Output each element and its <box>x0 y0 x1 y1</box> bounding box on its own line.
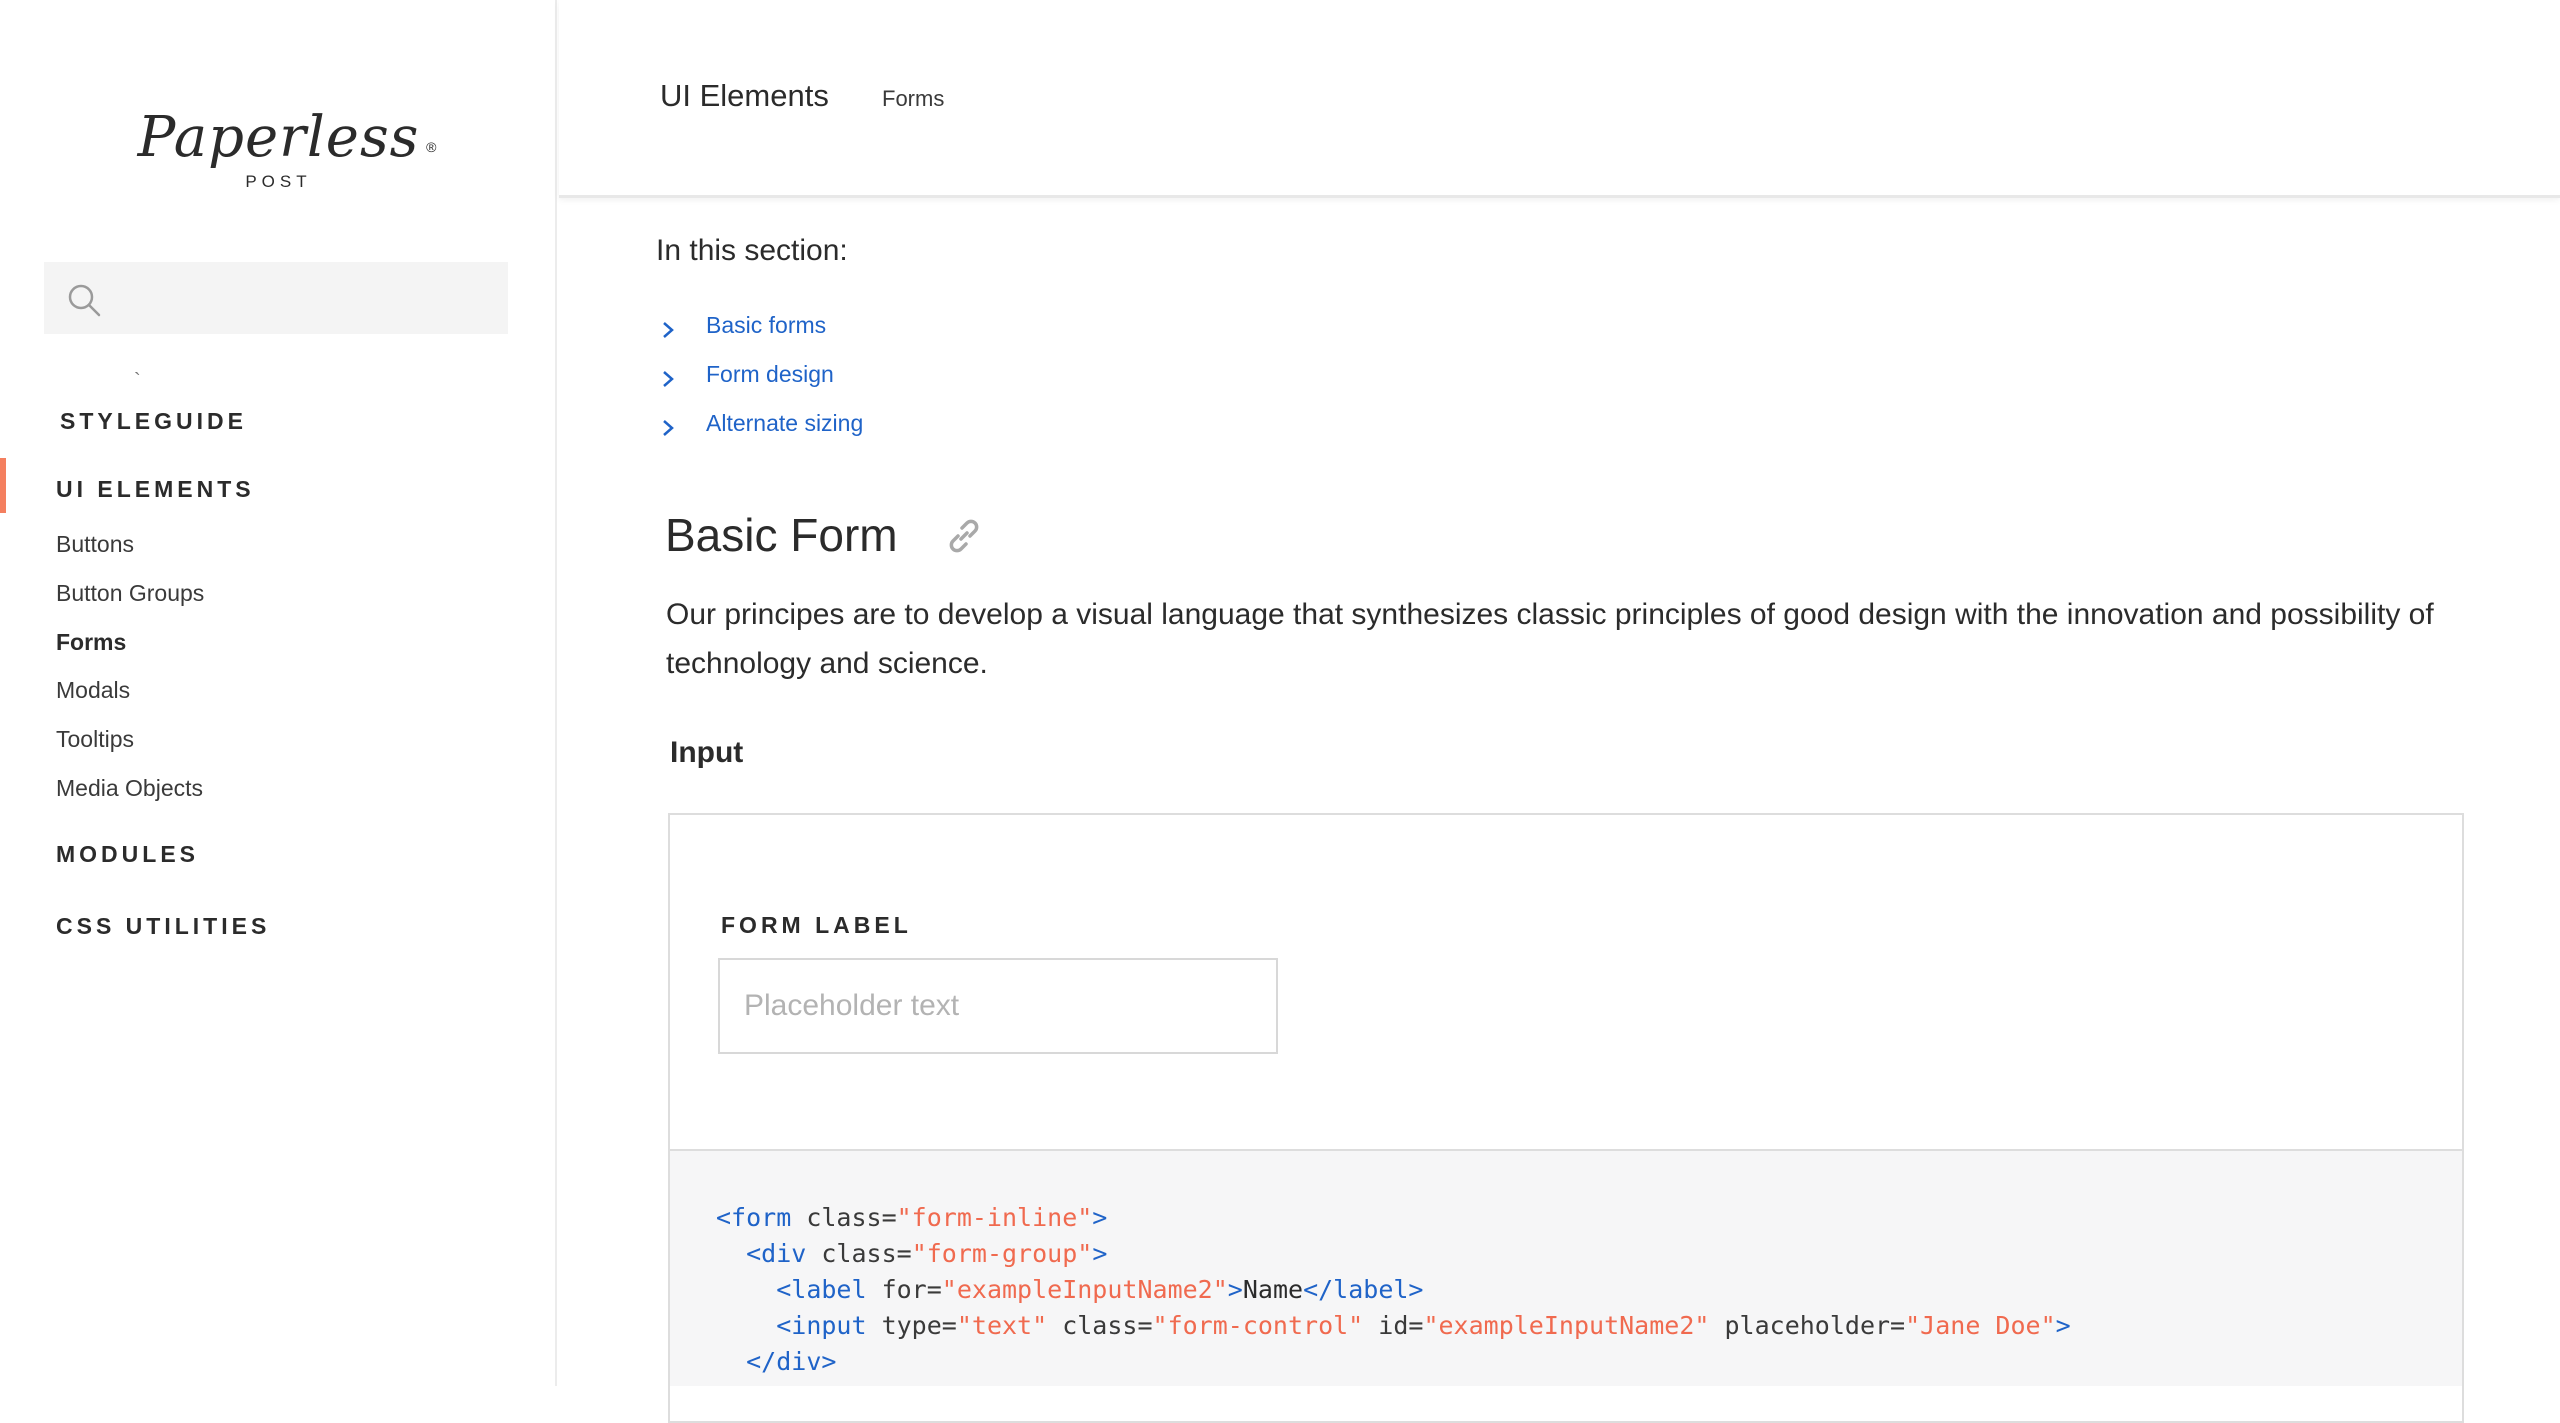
code-attr-token: class= <box>791 1203 897 1232</box>
code-string-token: "exampleInputName2" <box>1423 1311 1710 1340</box>
sidebar-item-forms[interactable]: Forms <box>56 629 126 656</box>
logo-wordmark: Paperless ® <box>138 110 437 166</box>
brand-logo[interactable]: Paperless ® POST <box>0 110 557 192</box>
form-label: FORM LABEL <box>721 912 912 938</box>
code-string-token: "form-control" <box>1152 1311 1364 1340</box>
code-string-token: "Jane Doe" <box>1905 1311 2056 1340</box>
search-icon[interactable] <box>66 282 102 318</box>
logo-registered-mark: ® <box>426 139 438 155</box>
code-line: <input type="text" class="form-control" … <box>716 1311 2071 1340</box>
subsection-heading: Input <box>670 736 744 769</box>
logo-subtitle: POST <box>245 172 312 191</box>
code-string-token: "form-inline" <box>896 1203 1093 1232</box>
code-attr-token: class= <box>1047 1311 1153 1340</box>
code-tag-token: <div <box>746 1239 807 1268</box>
section-heading: Basic Form <box>665 509 898 561</box>
code-string-token: "form-group" <box>911 1239 1093 1268</box>
chevron-right-icon <box>663 371 674 387</box>
code-attr-token: class= <box>806 1239 912 1268</box>
page-title: UI Elements <box>660 78 829 113</box>
nav-section-ui-elements[interactable]: UI ELEMENTS <box>56 476 255 503</box>
code-snippet[interactable]: <form class="form-inline"> <div class="f… <box>670 1149 2462 1386</box>
code-tag-token: > <box>2055 1311 2071 1340</box>
chevron-right-icon <box>663 322 674 338</box>
search-input[interactable] <box>118 262 498 334</box>
nav-section-styleguide[interactable]: STYLEGUIDE <box>60 408 247 435</box>
sidebar-item-modals[interactable]: Modals <box>56 677 130 704</box>
code-tag-token: <form <box>716 1203 792 1232</box>
sidebar-item-button-groups[interactable]: Button Groups <box>56 580 204 607</box>
section-description: Our principes are to develop a visual la… <box>666 598 2434 680</box>
search-box[interactable] <box>44 262 508 334</box>
code-tag-token: <label <box>776 1275 867 1304</box>
code-attr-token: id= <box>1363 1311 1424 1340</box>
page-header: UI Elements Forms <box>559 0 2560 198</box>
code-attr-token: for= <box>866 1275 942 1304</box>
nav-active-indicator <box>0 458 6 513</box>
code-string-token: "text" <box>956 1311 1048 1340</box>
section-toc-heading: In this section: <box>656 234 848 267</box>
code-line: <form class="form-inline"> <box>716 1203 1107 1232</box>
sidebar-item-buttons[interactable]: Buttons <box>56 531 134 558</box>
link-icon[interactable] <box>944 516 984 556</box>
nav-section-css-utilities[interactable]: CSS UTILITIES <box>56 913 270 940</box>
code-tag-token: > <box>1227 1275 1243 1304</box>
example-text-input[interactable] <box>718 958 1278 1054</box>
code-line: </div> <box>716 1347 836 1376</box>
sidebar: Paperless ® POST ` STYLEGUIDE UI ELEMENT… <box>0 0 557 1386</box>
sidebar-item-tooltips[interactable]: Tooltips <box>56 726 134 753</box>
toc-link-label: Alternate sizing <box>706 410 864 436</box>
chevron-right-icon <box>663 420 674 436</box>
code-tag-token: </label> <box>1303 1275 1424 1304</box>
code-attr-token: type= <box>866 1311 957 1340</box>
code-tag-token: </div> <box>746 1347 837 1376</box>
code-string-token: "exampleInputName2" <box>941 1275 1228 1304</box>
code-text-token: Name <box>1242 1275 1304 1304</box>
nav-section-modules[interactable]: MODULES <box>56 841 199 868</box>
sidebar-item-media-objects[interactable]: Media Objects <box>56 775 203 802</box>
code-tag-token: > <box>1092 1239 1108 1268</box>
toc-link-label: Form design <box>706 361 834 387</box>
stray-mark: ` <box>134 370 141 392</box>
logo-script-text: Paperless <box>137 105 420 170</box>
code-tag-token: <input <box>776 1311 867 1340</box>
code-line: <div class="form-group"> <box>716 1239 1107 1268</box>
page-subtitle: Forms <box>882 86 945 111</box>
code-tag-token: > <box>1092 1203 1108 1232</box>
code-attr-token: placeholder= <box>1709 1311 1906 1340</box>
code-line: <label for="exampleInputName2">Name</lab… <box>716 1275 1423 1304</box>
toc-link-label: Basic forms <box>706 312 827 338</box>
